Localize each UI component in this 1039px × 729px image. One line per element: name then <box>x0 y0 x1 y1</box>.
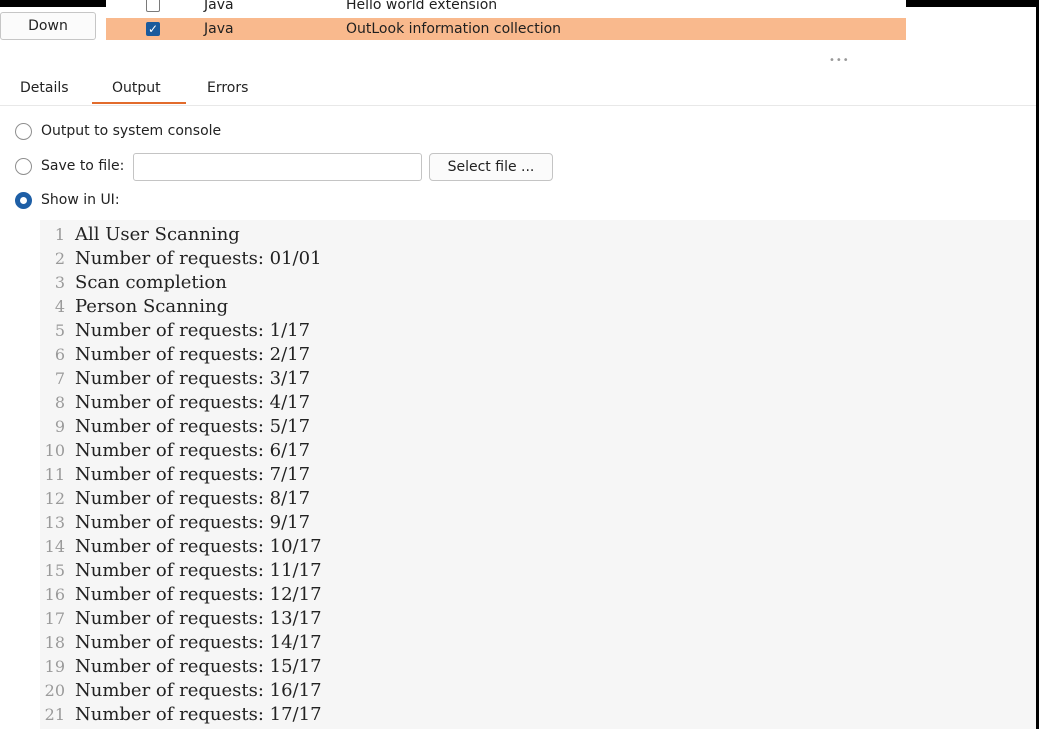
line-text: Number of requests: 11/17 <box>75 559 322 581</box>
line-text: Number of requests: 1/17 <box>75 319 311 341</box>
save-file-path-input[interactable] <box>133 153 422 181</box>
line-number: 14 <box>44 536 65 556</box>
line-number: 1 <box>54 224 65 244</box>
extension-type: Java <box>204 0 234 13</box>
splitter-handle-icon[interactable]: ••• <box>829 55 850 66</box>
output-line: 18 Number of requests: 14/17 <box>40 630 322 654</box>
save-to-file-label: Save to file: <box>41 158 125 174</box>
extension-row[interactable]: Java Hello world extension <box>106 0 906 16</box>
extension-row-selected[interactable]: ✓ Java OutLook information collection <box>106 18 906 40</box>
output-line: 12 Number of requests: 8/17 <box>40 486 310 510</box>
tab-bar: Details Output Errors <box>0 70 1036 106</box>
output-line: 4 Person Scanning <box>40 294 228 318</box>
output-line: 3 Scan completion <box>40 270 227 294</box>
line-text: Number of requests: 4/17 <box>75 391 311 413</box>
show-in-ui-label: Show in UI: <box>41 192 120 208</box>
line-number: 3 <box>54 272 65 292</box>
show-in-ui-radio[interactable] <box>15 192 32 209</box>
extension-type: Java <box>204 21 234 37</box>
line-text: Number of requests: 6/17 <box>75 439 311 461</box>
output-line: 5 Number of requests: 1/17 <box>40 318 310 342</box>
output-system-console-label: Output to system console <box>41 123 222 139</box>
output-line: 13 Number of requests: 9/17 <box>40 510 310 534</box>
output-line: 7 Number of requests: 3/17 <box>40 366 310 390</box>
line-number: 8 <box>54 392 65 412</box>
output-line: 16 Number of requests: 12/17 <box>40 582 322 606</box>
tab-errors[interactable]: Errors <box>207 80 248 96</box>
line-number: 17 <box>44 608 65 628</box>
tab-output[interactable]: Output <box>112 80 161 96</box>
line-number: 10 <box>44 440 65 460</box>
line-number: 16 <box>44 584 65 604</box>
output-line: 14 Number of requests: 10/17 <box>40 534 322 558</box>
line-number: 5 <box>54 320 65 340</box>
line-text: Number of requests: 3/17 <box>75 367 311 389</box>
line-text: Scan completion <box>75 271 227 293</box>
tab-details[interactable]: Details <box>20 80 69 96</box>
output-line: 8 Number of requests: 4/17 <box>40 390 310 414</box>
extensions-table: Java Hello world extension ✓ Java OutLoo… <box>106 0 906 40</box>
output-line: 10 Number of requests: 6/17 <box>40 438 310 462</box>
line-text: Number of requests: 8/17 <box>75 487 311 509</box>
line-number: 6 <box>54 344 65 364</box>
output-line: 20 Number of requests: 16/17 <box>40 678 322 702</box>
line-number: 7 <box>54 368 65 388</box>
line-text: Number of requests: 10/17 <box>75 535 322 557</box>
active-tab-indicator <box>92 102 186 104</box>
line-number: 2 <box>54 248 65 268</box>
output-line: 21 Number of requests: 17/17 <box>40 702 322 726</box>
extension-name: OutLook information collection <box>346 21 562 37</box>
down-button[interactable]: Down <box>0 12 96 40</box>
output-line: 11 Number of requests: 7/17 <box>40 462 310 486</box>
line-text: Number of requests: 16/17 <box>75 679 322 701</box>
line-number: 21 <box>44 704 65 724</box>
line-text: Number of requests: 12/17 <box>75 583 322 605</box>
output-line: 17 Number of requests: 13/17 <box>40 606 322 630</box>
line-text: Number of requests: 01/01 <box>75 247 322 269</box>
line-text: Person Scanning <box>75 295 229 317</box>
output-line: 9 Number of requests: 5/17 <box>40 414 310 438</box>
line-number: 12 <box>44 488 65 508</box>
line-text: Number of requests: 15/17 <box>75 655 322 677</box>
extension-enabled-checkbox[interactable] <box>146 0 160 12</box>
line-text: Number of requests: 17/17 <box>75 703 322 725</box>
select-file-button[interactable]: Select file ... <box>429 153 553 181</box>
output-line: 19 Number of requests: 15/17 <box>40 654 322 678</box>
output-system-console-radio[interactable] <box>15 123 32 140</box>
line-text: Number of requests: 14/17 <box>75 631 322 653</box>
line-number: 13 <box>44 512 65 532</box>
extension-name: Hello world extension <box>346 0 498 13</box>
output-line: 6 Number of requests: 2/17 <box>40 342 310 366</box>
line-text: Number of requests: 5/17 <box>75 415 311 437</box>
line-text: Number of requests: 13/17 <box>75 607 322 629</box>
line-number: 18 <box>44 632 65 652</box>
line-text: Number of requests: 2/17 <box>75 343 311 365</box>
output-line: 1 All User Scanning <box>40 222 240 246</box>
line-number: 9 <box>54 416 65 436</box>
output-text-area[interactable]: 1 All User Scanning 2 Number of requests: … <box>40 220 1036 729</box>
line-number: 11 <box>44 464 65 484</box>
extension-enabled-checkbox[interactable]: ✓ <box>146 22 160 36</box>
line-number: 4 <box>54 296 65 316</box>
line-text: Number of requests: 9/17 <box>75 511 311 533</box>
save-to-file-radio[interactable] <box>15 158 32 175</box>
line-number: 15 <box>44 560 65 580</box>
output-line: 2 Number of requests: 01/01 <box>40 246 322 270</box>
output-line: 15 Number of requests: 11/17 <box>40 558 322 582</box>
line-text: All User Scanning <box>75 223 240 245</box>
line-number: 20 <box>44 680 65 700</box>
line-number: 19 <box>44 656 65 676</box>
line-text: Number of requests: 7/17 <box>75 463 311 485</box>
